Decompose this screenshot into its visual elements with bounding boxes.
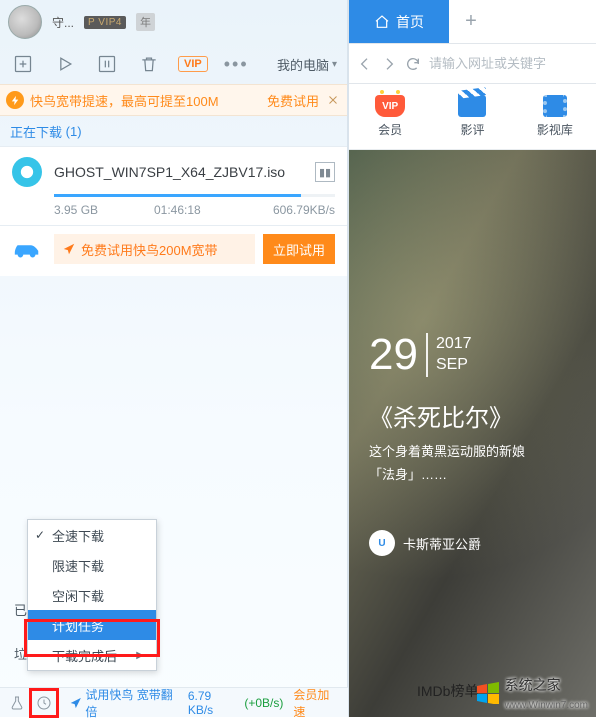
nav-library[interactable]: 影视库 [514,84,596,149]
bolt-icon [6,91,24,109]
status-accel-link[interactable]: 会员加速 [293,686,340,720]
tab-home[interactable]: 首页 [349,0,449,43]
hero-year: 2017 [436,335,472,352]
watermark-url: www.Winwin7.com [505,700,588,711]
trash-label-cut: 垃 [14,644,27,663]
menu-idle-download[interactable]: 空闲下载 [28,580,156,610]
menu-scheduled-task[interactable]: 计划任务 [28,610,156,640]
vip-crown-icon: VIP [375,95,405,117]
menu-after-download[interactable]: 下载完成后▶ [28,640,156,670]
my-pc-dropdown[interactable]: 我的电脑 ▾ [277,55,337,74]
nav-reload-icon[interactable] [405,54,421,74]
nav-forward-icon[interactable] [381,54,397,74]
pause-icon[interactable] [94,51,120,77]
new-task-icon[interactable] [10,51,36,77]
user-avatar[interactable] [8,5,42,39]
status-plus: (+0B/s) [244,696,283,710]
hero-day: 29 [369,330,418,380]
download-count: (1) [66,124,82,139]
tab-new[interactable]: + [449,0,493,43]
more-icon[interactable]: ••• [224,55,249,73]
my-pc-label: 我的电脑 [277,55,329,74]
menu-limit-speed[interactable]: 限速下载 [28,550,156,580]
author-avatar-icon: U [369,530,395,556]
home-icon [374,14,390,30]
clapboard-icon [458,95,486,117]
highlight-box-clock [29,688,58,718]
date-separator [426,333,428,377]
imdb-link[interactable]: IMDb榜单 [417,681,478,701]
task-eta: 01:46:18 [154,203,273,217]
download-task[interactable]: GHOST_WIN7SP1_X64_ZJBV17.iso ▮▮ 3.95 GB … [0,146,347,226]
menu-full-speed[interactable]: ✓全速下载 [28,520,156,550]
hero-desc-1: 这个身着黄黑运动服的新娘 [369,444,525,459]
nav-review[interactable]: 影评 [431,84,513,149]
status-speed: 6.79 KB/s [188,689,239,717]
task-speed: 606.79KB/s [273,203,335,217]
chevron-down-icon: ▾ [332,59,337,70]
car-icon [12,237,42,261]
speed-context-menu: ✓全速下载 限速下载 空闲下载 计划任务 下载完成后▶ [27,519,157,671]
nav-back-icon[interactable] [357,54,373,74]
delete-icon[interactable] [136,51,162,77]
username: 守... [52,14,74,31]
completed-label-cut: 已 [14,600,27,619]
hero-month: SEP [436,356,468,373]
year-badge: 年 [136,13,155,31]
nav-member[interactable]: VIP 会员 [349,84,431,149]
address-input[interactable] [429,56,596,71]
watermark: 系统之家 www.Winwin7.com [475,675,588,711]
vip4-badge: P VIP4 [84,16,126,29]
task-progress [54,194,335,197]
close-icon[interactable] [325,92,341,108]
clock-icon[interactable] [35,694,53,712]
task-size: 3.95 GB [54,203,154,217]
try-now-button[interactable]: 立即试用 [263,234,335,264]
watermark-brand: 系统之家 [505,677,561,693]
task-pause-button[interactable]: ▮▮ [315,162,335,182]
play-icon[interactable] [52,51,78,77]
windows-flag-icon [475,682,501,704]
bandwidth-promo: 免费试用快鸟200M宽带 [54,234,255,264]
disc-icon [12,157,42,187]
hero-content[interactable]: 29 2017SEP 《杀死比尔》 这个身着黄黑运动服的新娘 「法身」…… U … [349,150,596,717]
tab-downloading[interactable]: 正在下载 [10,122,62,141]
vip-pill[interactable]: VIP [178,56,208,72]
hero-title: 《杀死比尔》 [369,398,513,433]
promo-text: 快鸟宽带提速，最高可提至100M [30,91,219,110]
flask-icon[interactable] [8,694,25,712]
hero-desc-2: 「法身」…… [369,467,447,482]
promo-try-link[interactable]: 免费试用 [267,91,319,110]
author-name: 卡斯蒂亚公爵 [403,534,481,553]
task-filename: GHOST_WIN7SP1_X64_ZJBV17.iso [54,164,315,180]
status-provider[interactable]: 试用快鸟 宽带翻倍 [69,686,182,720]
film-icon [543,95,567,117]
